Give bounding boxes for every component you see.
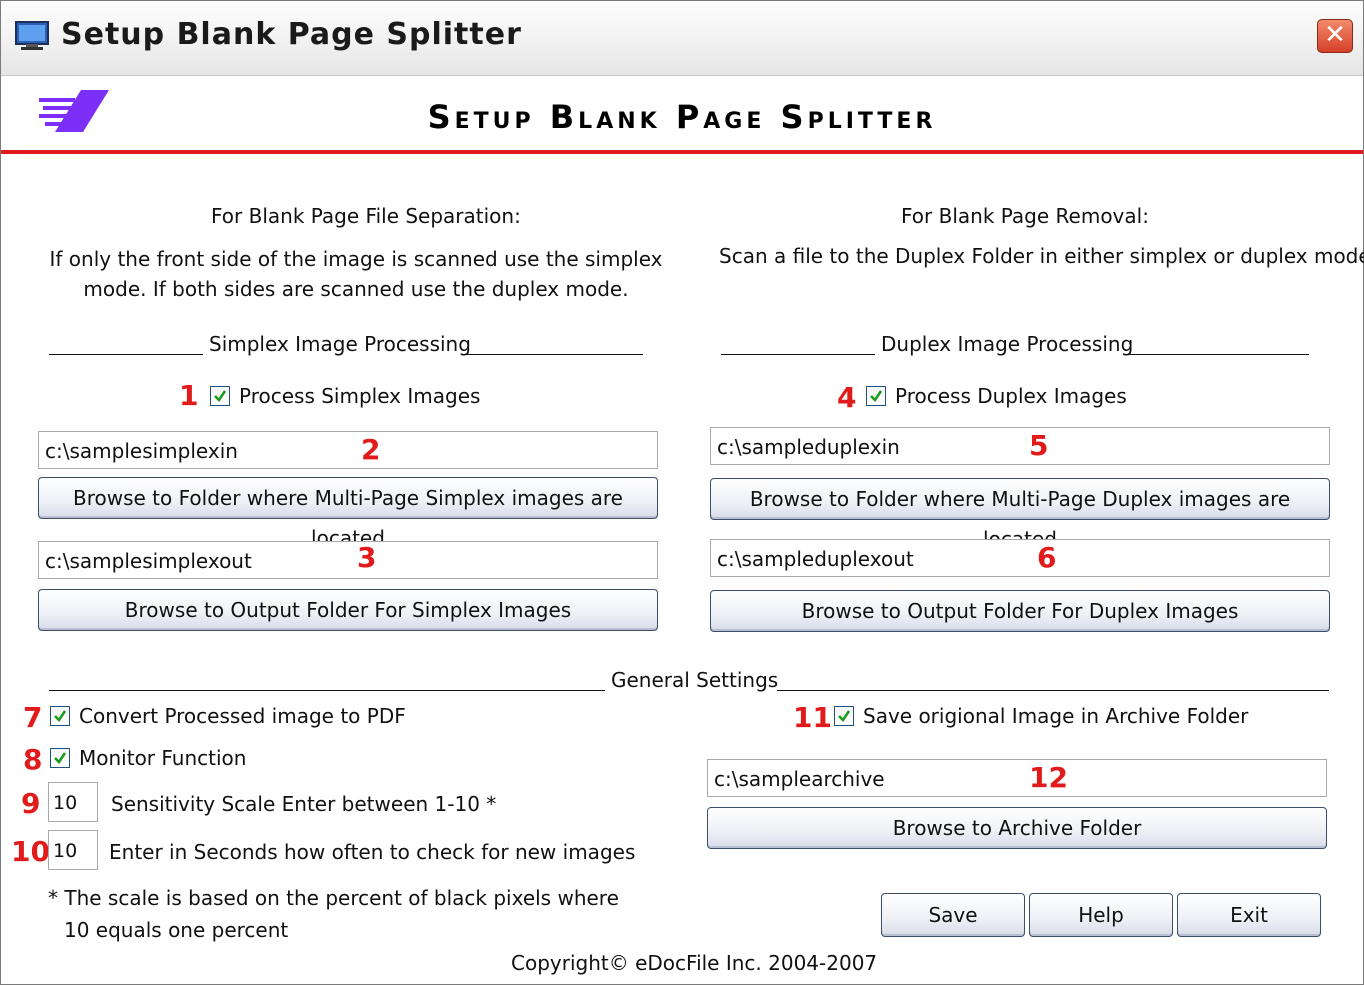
sensitivity-label: Sensitivity Scale Enter between 1-10 * xyxy=(111,792,497,816)
banner: Setup Blank Page Splitter xyxy=(1,76,1363,150)
right-heading: For Blank Page Removal: xyxy=(901,204,1149,228)
banner-divider xyxy=(1,150,1363,154)
help-button[interactable]: Help xyxy=(1029,893,1173,937)
checkmark-icon xyxy=(54,752,67,764)
separator xyxy=(1129,354,1309,355)
simplex-section-title: Simplex Image Processing xyxy=(209,332,471,356)
dialog-window: Setup Blank Page Splitter ✕ Setup Blank … xyxy=(0,0,1364,985)
process-simplex-label: Process Simplex Images xyxy=(239,384,481,408)
separator xyxy=(721,354,875,355)
duplex-input-folder-field[interactable]: c:\sampleduplexin xyxy=(710,427,1330,465)
separator xyxy=(777,690,1329,691)
monitor-icon xyxy=(15,21,49,51)
monitor-function-label: Monitor Function xyxy=(79,746,247,770)
left-description: If only the front side of the image is s… xyxy=(49,247,663,301)
separator xyxy=(49,354,203,355)
left-heading: For Blank Page File Separation: xyxy=(211,204,521,228)
close-button[interactable]: ✕ xyxy=(1317,19,1353,53)
annotation-6: 6 xyxy=(1037,541,1057,574)
simplex-output-folder-field[interactable]: c:\samplesimplexout xyxy=(38,541,658,579)
checkmark-icon xyxy=(54,710,67,722)
title-bar: Setup Blank Page Splitter ✕ xyxy=(1,1,1363,76)
annotation-8: 8 xyxy=(23,743,43,776)
checkmark-icon xyxy=(838,710,851,722)
browse-duplex-input-button[interactable]: Browse to Folder where Multi-Page Duplex… xyxy=(710,478,1330,551)
save-archive-label: Save origional Image in Archive Folder xyxy=(863,704,1249,728)
process-simplex-checkbox[interactable] xyxy=(210,386,230,406)
duplex-section-title: Duplex Image Processing xyxy=(881,332,1134,356)
browse-archive-button[interactable]: Browse to Archive Folder xyxy=(707,807,1327,849)
save-archive-checkbox[interactable] xyxy=(834,706,854,726)
annotation-3: 3 xyxy=(357,541,377,574)
browse-simplex-output-button[interactable]: Browse to Output Folder For Simplex Imag… xyxy=(38,589,658,631)
separator xyxy=(49,690,605,691)
copyright: Copyright© eDocFile Inc. 2004-2007 xyxy=(511,951,878,975)
annotation-4: 4 xyxy=(837,381,857,414)
convert-pdf-label: Convert Processed image to PDF xyxy=(79,704,406,728)
general-section-title: General Settings xyxy=(611,668,779,692)
process-duplex-checkbox[interactable] xyxy=(866,386,886,406)
annotation-7: 7 xyxy=(23,701,43,734)
monitor-function-checkbox[interactable] xyxy=(50,748,70,768)
simplex-input-folder-field[interactable]: c:\samplesimplexin xyxy=(38,431,658,469)
save-button[interactable]: Save xyxy=(881,893,1025,937)
annotation-5: 5 xyxy=(1029,429,1049,462)
footnote-line-2: 10 equals one percent xyxy=(64,918,289,942)
annotation-2: 2 xyxy=(361,433,381,466)
banner-title: Setup Blank Page Splitter xyxy=(427,98,937,136)
browse-duplex-output-button[interactable]: Browse to Output Folder For Duplex Image… xyxy=(710,590,1330,632)
convert-pdf-checkbox[interactable] xyxy=(50,706,70,726)
annotation-10: 10 xyxy=(11,835,50,868)
check-interval-label: Enter in Seconds how often to check for … xyxy=(109,840,636,864)
annotation-1: 1 xyxy=(179,379,199,412)
right-description: Scan a file to the Duplex Folder in eith… xyxy=(719,244,1364,268)
footnote-line-1: * The scale is based on the percent of b… xyxy=(48,886,619,910)
annotation-12: 12 xyxy=(1029,761,1068,794)
check-interval-input[interactable]: 10 xyxy=(48,830,98,870)
archive-folder-field[interactable]: c:\samplearchive xyxy=(707,759,1327,797)
exit-button[interactable]: Exit xyxy=(1177,893,1321,937)
duplex-output-folder-field[interactable]: c:\sampleduplexout xyxy=(710,539,1330,577)
sensitivity-input[interactable]: 10 xyxy=(48,782,98,822)
window-title: Setup Blank Page Splitter xyxy=(61,17,522,52)
annotation-11: 11 xyxy=(793,701,832,734)
separator xyxy=(463,354,643,355)
checkmark-icon xyxy=(870,390,883,402)
close-icon: ✕ xyxy=(1324,20,1346,50)
annotation-9: 9 xyxy=(21,787,41,820)
browse-simplex-input-button[interactable]: Browse to Folder where Multi-Page Simple… xyxy=(38,477,658,550)
process-duplex-label: Process Duplex Images xyxy=(895,384,1127,408)
checkmark-icon xyxy=(214,390,227,402)
